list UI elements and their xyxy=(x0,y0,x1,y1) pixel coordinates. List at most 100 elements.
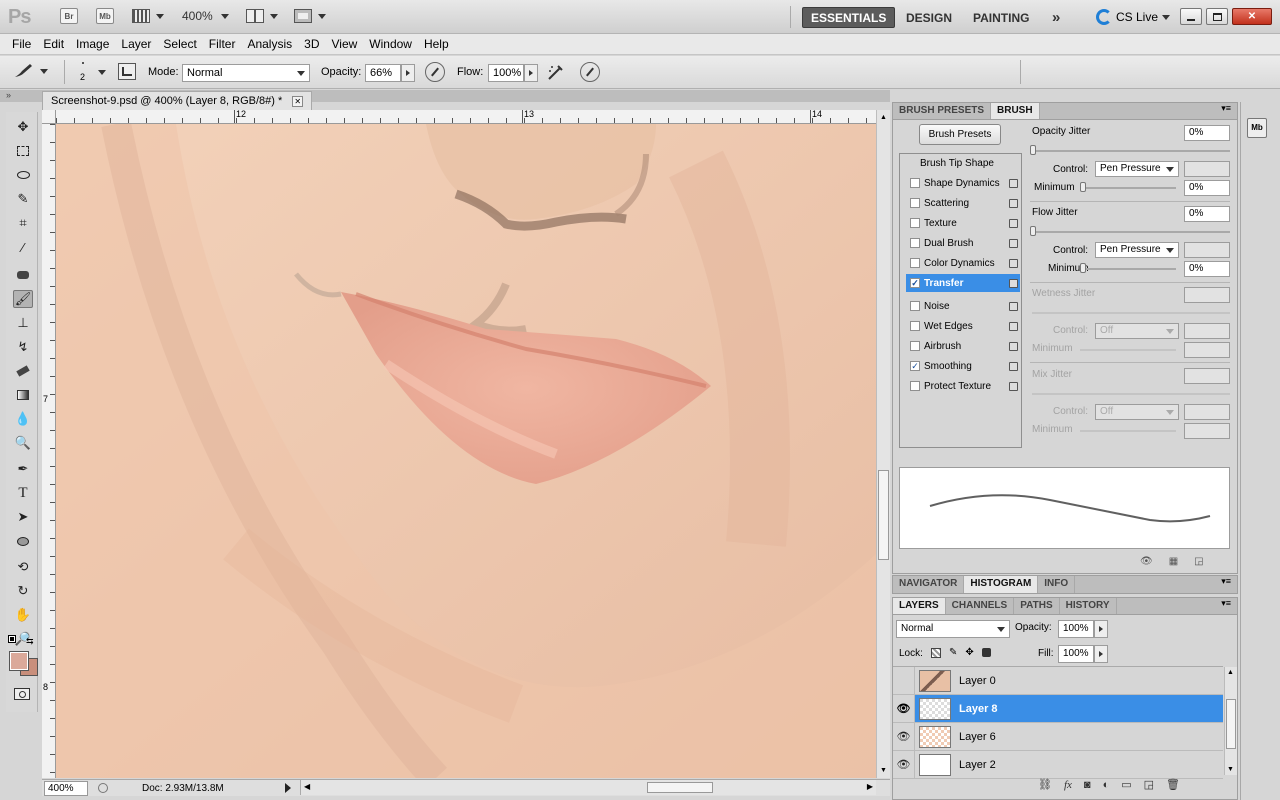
panel-menu-icon[interactable]: ▾≡ xyxy=(1221,598,1231,614)
brush-option-item[interactable]: Noise xyxy=(906,297,1020,315)
opacity-jitter-slider-knob[interactable] xyxy=(1030,145,1036,155)
fill-slider-button[interactable] xyxy=(1094,645,1108,663)
expand-panels-icon[interactable]: » xyxy=(6,90,11,100)
menu-3d[interactable]: 3D xyxy=(298,34,325,54)
brush-option-item[interactable]: Wet Edges xyxy=(906,317,1020,335)
ellipse-tool[interactable] xyxy=(13,532,33,550)
swap-colors-button[interactable]: ⇆ xyxy=(26,636,34,647)
layer-visibility-icon[interactable]: 👁 xyxy=(893,751,915,778)
opacity-minimum-slider-knob[interactable] xyxy=(1080,182,1086,192)
lasso-tool[interactable] xyxy=(13,166,33,184)
opacity-control-extra-field[interactable] xyxy=(1184,161,1230,177)
mix-control-select[interactable]: Off xyxy=(1095,404,1179,420)
toggle-brush-panel-button[interactable] xyxy=(118,63,136,80)
screen-mode-dropdown[interactable] xyxy=(294,9,326,23)
clone-stamp-tool[interactable]: ⊥ xyxy=(13,314,33,332)
zoom-status-field[interactable]: 400% xyxy=(44,780,88,796)
lock-icon[interactable] xyxy=(1009,301,1018,311)
brush-option-checkbox[interactable] xyxy=(910,301,920,311)
layer-row[interactable]: 👁 Layer 8 xyxy=(893,695,1223,723)
restore-button[interactable] xyxy=(1206,8,1228,25)
delete-layer-icon[interactable]: 🗑 xyxy=(1166,778,1180,791)
menu-help[interactable]: Help xyxy=(418,34,455,54)
status-info-icon[interactable] xyxy=(98,783,108,793)
brush-preset-picker[interactable]: 2 xyxy=(76,60,110,84)
more-workspaces-button[interactable]: » xyxy=(1044,7,1068,28)
minimize-button[interactable] xyxy=(1180,8,1202,25)
brush-option-item[interactable]: Airbrush xyxy=(906,337,1020,355)
menu-file[interactable]: File xyxy=(6,34,37,54)
mix-jitter-slider[interactable] xyxy=(1032,393,1230,395)
tab-histogram[interactable]: HISTOGRAM xyxy=(964,576,1039,593)
cs-live-menu[interactable]: CS Live xyxy=(1096,9,1171,25)
tablet-size-pressure-button[interactable] xyxy=(580,62,600,82)
fill-field[interactable]: 100% xyxy=(1058,645,1094,663)
panel-menu-icon[interactable]: ▾≡ xyxy=(1221,576,1231,593)
layers-scrollbar[interactable]: ▲ ▼ xyxy=(1224,667,1237,775)
gradient-tool[interactable] xyxy=(13,386,33,404)
mix-control-extra-field[interactable] xyxy=(1184,404,1230,420)
brush-option-item[interactable]: ✓ Transfer xyxy=(906,274,1020,292)
layers-scroll-thumb[interactable] xyxy=(1226,699,1236,749)
lock-image-icon[interactable]: ✎ xyxy=(949,647,957,658)
layer-row[interactable]: 👁 Layer 6 xyxy=(893,723,1223,751)
tab-channels[interactable]: CHANNELS xyxy=(946,598,1015,614)
brush-option-item[interactable]: Texture xyxy=(906,214,1020,232)
lock-icon[interactable] xyxy=(1009,258,1018,268)
launch-bridge-button[interactable]: Br xyxy=(60,8,78,24)
close-window-button[interactable]: ✕ xyxy=(1232,8,1272,25)
ruler-origin[interactable] xyxy=(42,110,56,124)
menu-edit[interactable]: Edit xyxy=(37,34,70,54)
flow-minimum-field[interactable]: 0% xyxy=(1184,261,1230,277)
layer-visibility-icon[interactable] xyxy=(893,667,915,694)
pen-tool[interactable]: ✒ xyxy=(13,460,33,478)
adjustment-layer-icon[interactable]: ◐ xyxy=(1103,779,1110,791)
lock-transparent-icon[interactable] xyxy=(931,647,941,658)
crop-tool[interactable]: ⌗ xyxy=(13,214,33,232)
menu-window[interactable]: Window xyxy=(363,34,418,54)
link-layers-icon[interactable]: ⛓ xyxy=(1038,778,1052,791)
layer-opacity-field[interactable]: 100% xyxy=(1058,620,1094,638)
flow-jitter-field[interactable]: 0% xyxy=(1184,206,1230,222)
brush-option-item[interactable]: Shape Dynamics xyxy=(906,174,1020,192)
status-menu-arrow-icon[interactable] xyxy=(285,783,291,793)
brush-option-checkbox[interactable] xyxy=(910,341,920,351)
zoom-level-dropdown[interactable]: 400% xyxy=(182,9,229,23)
menu-layer[interactable]: Layer xyxy=(115,34,157,54)
brush-option-item[interactable]: Protect Texture xyxy=(906,377,1020,395)
brush-option-checkbox[interactable] xyxy=(910,321,920,331)
default-colors-button[interactable] xyxy=(8,635,17,644)
new-preset-icon[interactable]: ◲ xyxy=(1194,556,1203,567)
tab-paths[interactable]: PATHS xyxy=(1014,598,1060,614)
opacity-minimum-field[interactable]: 0% xyxy=(1184,180,1230,196)
lock-icon[interactable] xyxy=(1009,178,1018,188)
flow-slider-button[interactable] xyxy=(524,64,538,82)
menu-image[interactable]: Image xyxy=(70,34,115,54)
brush-option-checkbox[interactable] xyxy=(910,381,920,391)
type-tool[interactable]: T xyxy=(13,484,33,502)
tab-brush[interactable]: BRUSH xyxy=(991,103,1040,119)
layer-blend-mode-select[interactable]: Normal xyxy=(896,620,1010,638)
scroll-down-icon[interactable]: ▼ xyxy=(1227,766,1234,773)
flow-field[interactable]: 100% xyxy=(488,64,524,82)
horizontal-scrollbar[interactable]: ◀ ▶ xyxy=(300,780,876,795)
wetness-control-extra-field[interactable] xyxy=(1184,323,1230,339)
brush-option-checkbox[interactable]: ✓ xyxy=(910,361,920,371)
layer-style-icon[interactable]: fx xyxy=(1064,779,1072,791)
mix-minimum-slider[interactable] xyxy=(1080,430,1176,432)
brush-option-checkbox[interactable] xyxy=(910,178,920,188)
blur-tool[interactable]: 💧 xyxy=(13,410,33,428)
wetness-minimum-slider[interactable] xyxy=(1080,349,1176,351)
quick-selection-tool[interactable]: ✎ xyxy=(13,190,33,208)
layer-row[interactable]: Layer 0 xyxy=(893,667,1223,695)
brush-option-item[interactable]: Dual Brush xyxy=(906,234,1020,252)
eyedropper-tool[interactable]: ⁄ xyxy=(13,238,33,256)
tab-navigator[interactable]: NAVIGATOR xyxy=(893,576,965,593)
rectangular-marquee-tool[interactable] xyxy=(13,142,33,160)
layer-visibility-icon[interactable]: 👁 xyxy=(893,695,915,722)
scroll-right-icon[interactable]: ▶ xyxy=(867,782,873,791)
lock-icon[interactable] xyxy=(1009,341,1018,351)
flow-minimum-slider[interactable] xyxy=(1080,268,1176,270)
mini-bridge-panel-button[interactable]: Mb xyxy=(1247,118,1267,138)
close-document-icon[interactable]: ✕ xyxy=(292,95,304,107)
